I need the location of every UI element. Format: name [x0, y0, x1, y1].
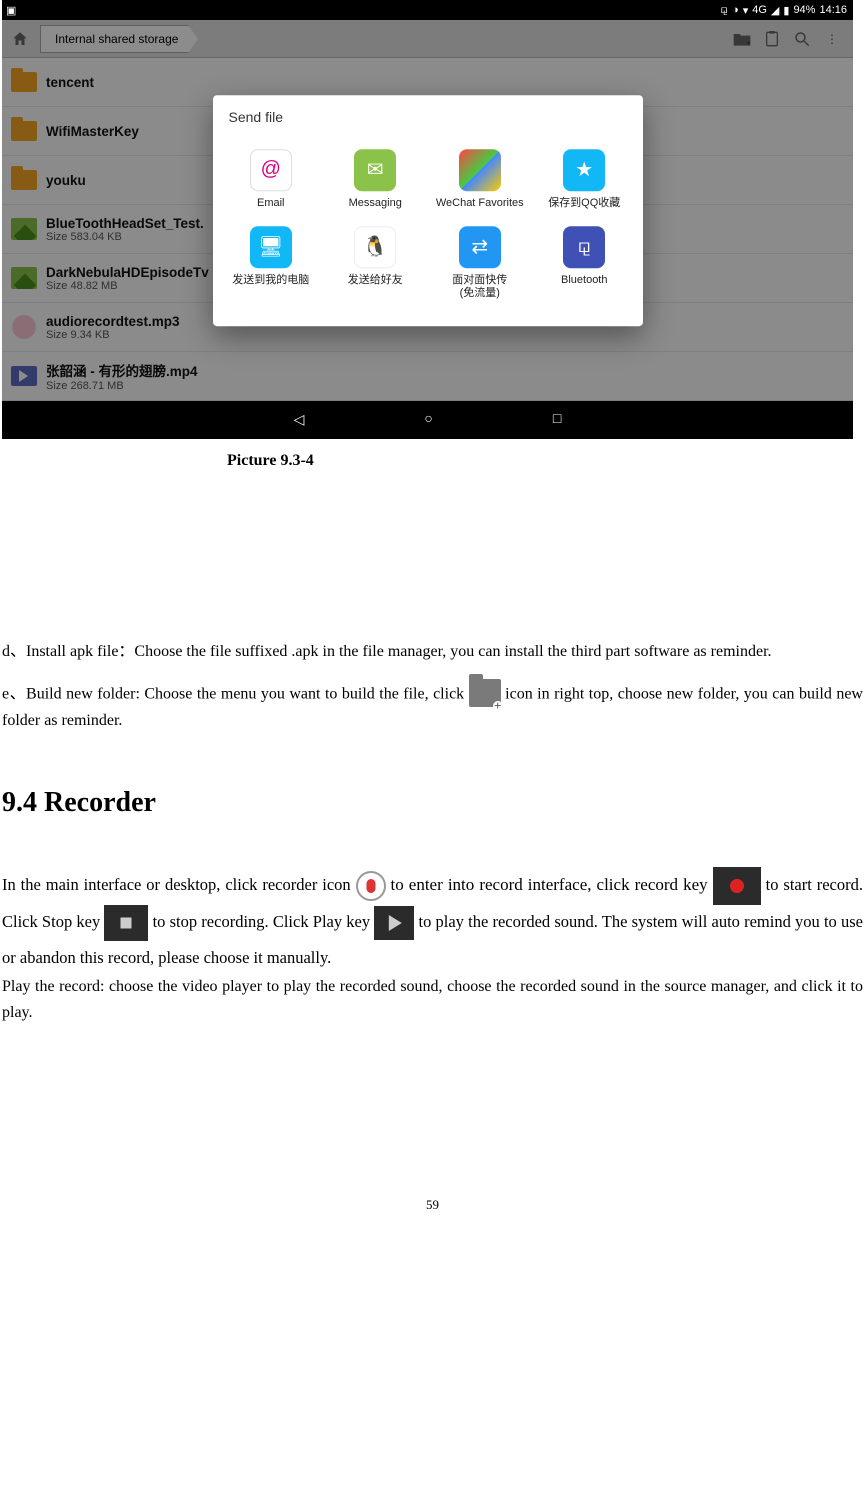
recorder-paragraph-1: In the main interface or desktop, click …: [2, 867, 863, 974]
recorder-icon: [356, 871, 386, 901]
record-key-icon: [713, 867, 761, 905]
file-size: Size 583.04 KB: [46, 231, 204, 243]
svg-text:+: +: [746, 37, 751, 47]
file-name: BlueToothHeadSet_Test.: [46, 216, 204, 231]
file-name: WifiMasterKey: [46, 124, 139, 139]
stop-key-icon: [104, 905, 148, 941]
new-folder-icon: [469, 679, 501, 707]
send-file-dialog: Send file @ Email ✉ Messaging WeChat Favor…: [213, 95, 643, 327]
qq-friend-icon: 🐧: [354, 226, 396, 268]
audio-file-icon: [12, 315, 36, 339]
share-label: 发送给好友: [348, 274, 403, 287]
bluetooth-share-icon: ⚼: [563, 226, 605, 268]
status-bar: ▣ ⚼ ◑ ▾ 4G ◢ ▮ 94% 14:16: [2, 0, 853, 20]
list-item[interactable]: 张韶涵 - 有形的翅膀.mp4Size 268.71 MB: [2, 352, 853, 401]
file-size: Size 48.82 MB: [46, 280, 209, 292]
share-label: WeChat Favorites: [436, 197, 524, 210]
play-key-icon: [374, 906, 414, 940]
share-label: 面对面快传 (免流量): [452, 274, 507, 300]
picture-icon: ▣: [6, 4, 16, 17]
clipboard-icon[interactable]: [757, 30, 787, 48]
folder-icon: [11, 121, 37, 141]
folder-icon: [11, 170, 37, 190]
email-icon: @: [250, 149, 292, 191]
text-span: In the main interface or desktop, click …: [2, 875, 356, 894]
face-to-face-icon: ⇄: [459, 226, 501, 268]
recorder-paragraph-2: Play the record: choose the video player…: [2, 974, 863, 1025]
text-span: to stop recording. Click Play key: [153, 912, 375, 931]
share-grid: @ Email ✉ Messaging WeChat Favorites ★ 保存到Q…: [213, 133, 643, 327]
breadcrumb-label: Internal shared storage: [55, 32, 178, 46]
wifi-icon: ▾: [743, 4, 749, 17]
recents-button[interactable]: □: [553, 412, 561, 428]
share-label: Messaging: [349, 197, 402, 210]
share-label: 保存到QQ收藏: [548, 197, 620, 210]
search-icon[interactable]: [787, 30, 817, 48]
share-label: Bluetooth: [561, 274, 607, 287]
battery-level: 94%: [793, 4, 815, 16]
new-folder-icon[interactable]: +: [727, 30, 757, 48]
share-target-qq-favorites[interactable]: ★ 保存到QQ收藏: [532, 141, 637, 218]
dialog-title: Send file: [213, 95, 643, 133]
folder-icon: [11, 72, 37, 92]
share-target-bluetooth[interactable]: ⚼ Bluetooth: [532, 218, 637, 308]
share-target-my-pc[interactable]: 🖥 发送到我的电脑: [219, 218, 324, 308]
battery-icon: ▮: [783, 4, 789, 17]
text-span: e、Build new folder: Choose the menu you …: [2, 686, 469, 703]
share-target-email[interactable]: @ Email: [219, 141, 324, 218]
video-file-icon: [11, 366, 37, 386]
image-file-icon: [11, 218, 37, 240]
section-heading: 9.4 Recorder: [2, 783, 863, 824]
file-size: Size 268.71 MB: [46, 380, 198, 392]
wechat-favorites-icon: [459, 149, 501, 191]
share-target-messaging[interactable]: ✉ Messaging: [323, 141, 428, 218]
image-file-icon: [11, 267, 37, 289]
file-name: 张韶涵 - 有形的翅膀.mp4: [46, 360, 198, 380]
share-label: 发送到我的电脑: [232, 274, 309, 287]
send-to-pc-icon: 🖥: [250, 226, 292, 268]
file-name: audiorecordtest.mp3: [46, 314, 180, 329]
file-size: Size 9.34 KB: [46, 329, 180, 341]
share-target-qq-friend[interactable]: 🐧 发送给好友: [323, 218, 428, 308]
page-number: 59: [2, 1196, 863, 1235]
messaging-icon: ✉: [354, 149, 396, 191]
network-label: 4G: [752, 4, 767, 16]
share-label: Email: [257, 197, 285, 210]
figure-caption: Picture 9.3-4: [2, 439, 863, 472]
file-name: youku: [46, 173, 86, 188]
overflow-icon[interactable]: ⋮: [817, 32, 847, 46]
paragraph-e: e、Build new folder: Choose the menu you …: [2, 681, 863, 732]
sync-icon: ◑: [732, 4, 739, 16]
screenshot: ▣ ⚼ ◑ ▾ 4G ◢ ▮ 94% 14:16 Internal shared…: [2, 0, 853, 439]
signal-icon: ◢: [771, 4, 779, 17]
breadcrumb[interactable]: Internal shared storage: [40, 25, 189, 53]
share-target-face-to-face[interactable]: ⇄ 面对面快传 (免流量): [428, 218, 533, 308]
clock: 14:16: [819, 4, 847, 16]
toolbar: Internal shared storage + ⋮: [2, 20, 853, 58]
nav-bar: ◁ ○ □: [2, 401, 853, 439]
paragraph-d: d、Install apk file：Choose the file suffi…: [2, 640, 863, 663]
qq-favorites-icon: ★: [563, 149, 605, 191]
back-button[interactable]: ◁: [294, 412, 305, 429]
home-icon[interactable]: [8, 27, 32, 51]
bluetooth-icon: ⚼: [720, 4, 728, 17]
text-span: to enter into record interface, click re…: [391, 875, 713, 894]
home-button[interactable]: ○: [424, 412, 432, 428]
file-name: DarkNebulaHDEpisodeTv: [46, 265, 209, 280]
share-target-wechat[interactable]: WeChat Favorites: [428, 141, 533, 218]
file-name: tencent: [46, 75, 94, 90]
